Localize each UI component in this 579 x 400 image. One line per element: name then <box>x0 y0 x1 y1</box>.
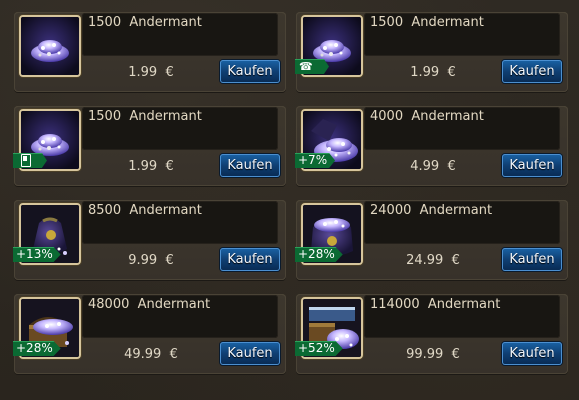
offer-title-box: 4000 Andermant <box>364 107 560 150</box>
offer-title: 24000 Andermant <box>370 203 493 218</box>
offer-price: 49.99 € <box>124 347 178 362</box>
buy-button[interactable]: Kaufen <box>502 342 562 365</box>
offer-card: +13% 8500 Andermant 9.99 € Kaufen <box>13 200 286 280</box>
offer-card: +7% 4000 Andermant 4.99 € Kaufen <box>295 106 568 186</box>
offer-title-box: 1500 Andermant <box>364 13 560 56</box>
buy-button[interactable]: Kaufen <box>220 154 280 177</box>
bonus-badge: +28% <box>13 341 61 356</box>
offer-title-box: 1500 Andermant <box>82 107 278 150</box>
offer-title: 1500 Andermant <box>88 109 202 124</box>
offer-price: 24.99 € <box>406 253 460 268</box>
offer-price: 4.99 € <box>410 159 456 174</box>
bonus-badge: +28% <box>295 247 343 262</box>
offer-title-box: 1500 Andermant <box>82 13 278 56</box>
bonus-badge: +52% <box>295 341 343 356</box>
mobile-phone-icon <box>21 154 31 167</box>
buy-button[interactable]: Kaufen <box>502 154 562 177</box>
offer-price: 99.99 € <box>406 347 460 362</box>
offer-price: 1.99 € <box>128 159 174 174</box>
offer-card: 1500 Andermant 1.99 € Kaufen <box>13 106 286 186</box>
andermant-shop: 1500 Andermant 1.99 € Kaufen ☎ 1500 Ande… <box>0 0 579 400</box>
buy-button[interactable]: Kaufen <box>502 248 562 271</box>
buy-button[interactable]: Kaufen <box>502 60 562 83</box>
small-gem-pile-image <box>19 15 81 77</box>
buy-button[interactable]: Kaufen <box>220 60 280 83</box>
offer-title-box: 48000 Andermant <box>82 295 278 338</box>
telephone-icon: ☎ <box>299 60 313 73</box>
offer-price: 1.99 € <box>128 65 174 80</box>
offer-title: 1500 Andermant <box>88 15 202 30</box>
offer-title: 114000 Andermant <box>370 297 501 312</box>
offer-title-box: 8500 Andermant <box>82 201 278 244</box>
offer-card: ☎ 1500 Andermant 1.99 € Kaufen <box>295 12 568 92</box>
payment-method-badge <box>13 153 47 168</box>
offer-card: +28% 48000 Andermant 49.99 € Kaufen <box>13 294 286 374</box>
payment-method-badge: ☎ <box>295 59 329 74</box>
offer-card: 1500 Andermant 1.99 € Kaufen <box>14 12 286 92</box>
offer-title: 1500 Andermant <box>370 15 484 30</box>
offer-title: 4000 Andermant <box>370 109 484 124</box>
buy-button[interactable]: Kaufen <box>220 248 280 271</box>
offer-card: +28% 24000 Andermant 24.99 € Kaufen <box>295 200 568 280</box>
bonus-badge: +13% <box>13 247 61 262</box>
offer-card: +52% 114000 Andermant 99.99 € Kaufen <box>295 294 568 374</box>
offer-price: 9.99 € <box>128 253 174 268</box>
bonus-badge: +7% <box>295 153 336 168</box>
offer-title-box: 24000 Andermant <box>364 201 560 244</box>
offer-title: 48000 Andermant <box>88 297 211 312</box>
offer-title-box: 114000 Andermant <box>364 295 560 338</box>
offer-price: 1.99 € <box>410 65 456 80</box>
buy-button[interactable]: Kaufen <box>220 342 280 365</box>
offer-title: 8500 Andermant <box>88 203 202 218</box>
